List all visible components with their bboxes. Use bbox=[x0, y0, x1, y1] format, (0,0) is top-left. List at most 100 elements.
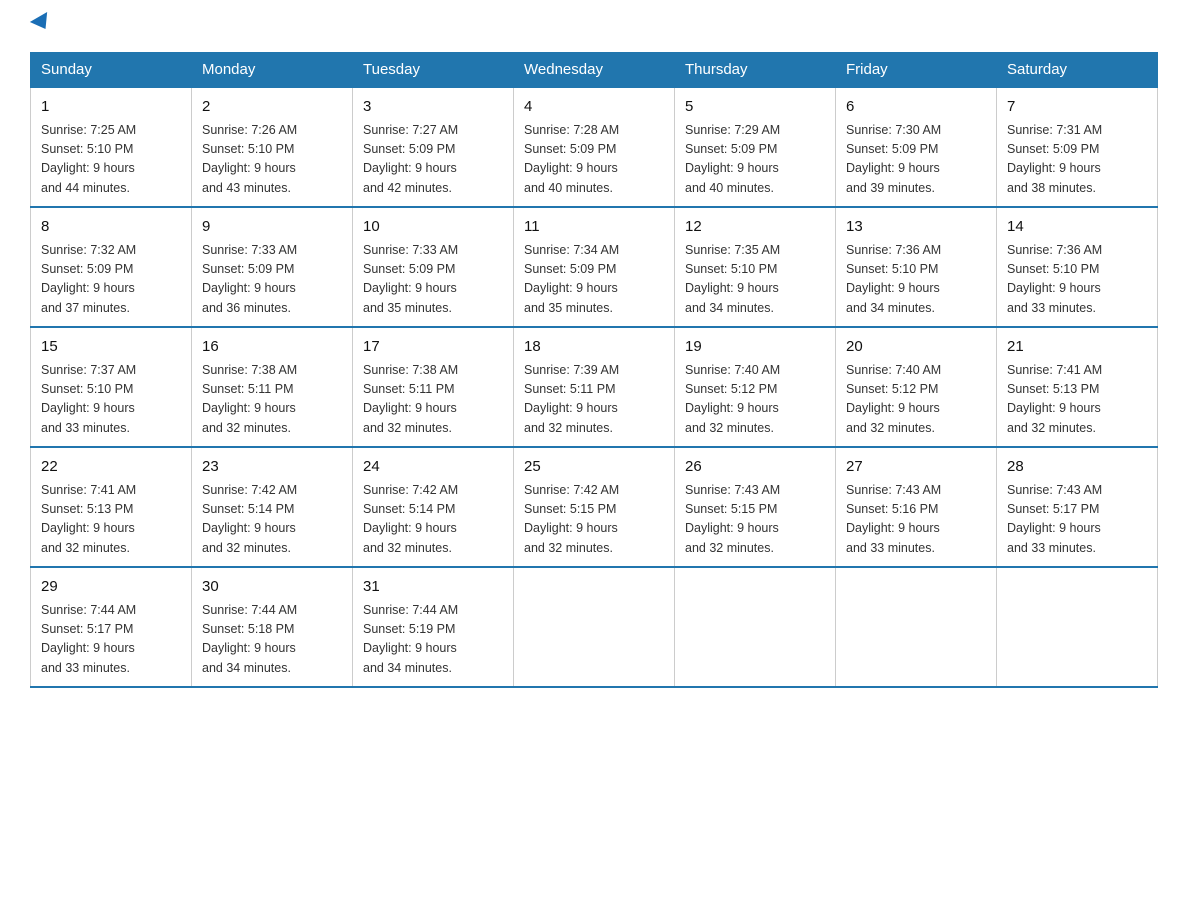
day-number: 28 bbox=[1007, 456, 1147, 479]
calendar-day-cell: 30Sunrise: 7:44 AMSunset: 5:18 PMDayligh… bbox=[192, 567, 353, 687]
calendar-week-row: 1Sunrise: 7:25 AMSunset: 5:10 PMDaylight… bbox=[31, 87, 1158, 207]
calendar-day-cell: 9Sunrise: 7:33 AMSunset: 5:09 PMDaylight… bbox=[192, 207, 353, 327]
calendar-day-cell bbox=[836, 567, 997, 687]
day-sun-info: Sunrise: 7:36 AMSunset: 5:10 PMDaylight:… bbox=[846, 241, 986, 319]
calendar-day-cell: 15Sunrise: 7:37 AMSunset: 5:10 PMDayligh… bbox=[31, 327, 192, 447]
day-number: 21 bbox=[1007, 336, 1147, 359]
day-of-week-header: Wednesday bbox=[514, 53, 675, 88]
day-number: 12 bbox=[685, 216, 825, 239]
day-sun-info: Sunrise: 7:43 AMSunset: 5:15 PMDaylight:… bbox=[685, 481, 825, 559]
day-number: 19 bbox=[685, 336, 825, 359]
day-sun-info: Sunrise: 7:38 AMSunset: 5:11 PMDaylight:… bbox=[363, 361, 503, 439]
day-number: 31 bbox=[363, 576, 503, 599]
calendar-day-cell: 13Sunrise: 7:36 AMSunset: 5:10 PMDayligh… bbox=[836, 207, 997, 327]
day-sun-info: Sunrise: 7:42 AMSunset: 5:15 PMDaylight:… bbox=[524, 481, 664, 559]
calendar-day-cell: 8Sunrise: 7:32 AMSunset: 5:09 PMDaylight… bbox=[31, 207, 192, 327]
day-sun-info: Sunrise: 7:42 AMSunset: 5:14 PMDaylight:… bbox=[202, 481, 342, 559]
calendar-day-cell: 11Sunrise: 7:34 AMSunset: 5:09 PMDayligh… bbox=[514, 207, 675, 327]
calendar-day-cell: 25Sunrise: 7:42 AMSunset: 5:15 PMDayligh… bbox=[514, 447, 675, 567]
day-of-week-header: Friday bbox=[836, 53, 997, 88]
day-number: 30 bbox=[202, 576, 342, 599]
calendar-day-cell bbox=[514, 567, 675, 687]
days-header-row: SundayMondayTuesdayWednesdayThursdayFrid… bbox=[31, 53, 1158, 88]
day-number: 1 bbox=[41, 96, 181, 119]
day-sun-info: Sunrise: 7:28 AMSunset: 5:09 PMDaylight:… bbox=[524, 121, 664, 199]
day-number: 17 bbox=[363, 336, 503, 359]
day-number: 11 bbox=[524, 216, 664, 239]
day-number: 18 bbox=[524, 336, 664, 359]
day-number: 24 bbox=[363, 456, 503, 479]
day-sun-info: Sunrise: 7:33 AMSunset: 5:09 PMDaylight:… bbox=[202, 241, 342, 319]
day-number: 2 bbox=[202, 96, 342, 119]
calendar-day-cell: 29Sunrise: 7:44 AMSunset: 5:17 PMDayligh… bbox=[31, 567, 192, 687]
calendar-day-cell: 20Sunrise: 7:40 AMSunset: 5:12 PMDayligh… bbox=[836, 327, 997, 447]
day-number: 7 bbox=[1007, 96, 1147, 119]
day-number: 16 bbox=[202, 336, 342, 359]
logo-triangle-icon bbox=[30, 12, 54, 34]
day-sun-info: Sunrise: 7:30 AMSunset: 5:09 PMDaylight:… bbox=[846, 121, 986, 199]
calendar-day-cell: 26Sunrise: 7:43 AMSunset: 5:15 PMDayligh… bbox=[675, 447, 836, 567]
calendar-week-row: 22Sunrise: 7:41 AMSunset: 5:13 PMDayligh… bbox=[31, 447, 1158, 567]
day-sun-info: Sunrise: 7:34 AMSunset: 5:09 PMDaylight:… bbox=[524, 241, 664, 319]
day-sun-info: Sunrise: 7:44 AMSunset: 5:17 PMDaylight:… bbox=[41, 601, 181, 679]
calendar-day-cell: 28Sunrise: 7:43 AMSunset: 5:17 PMDayligh… bbox=[997, 447, 1158, 567]
calendar-day-cell: 5Sunrise: 7:29 AMSunset: 5:09 PMDaylight… bbox=[675, 87, 836, 207]
day-sun-info: Sunrise: 7:39 AMSunset: 5:11 PMDaylight:… bbox=[524, 361, 664, 439]
day-number: 9 bbox=[202, 216, 342, 239]
day-sun-info: Sunrise: 7:36 AMSunset: 5:10 PMDaylight:… bbox=[1007, 241, 1147, 319]
day-sun-info: Sunrise: 7:26 AMSunset: 5:10 PMDaylight:… bbox=[202, 121, 342, 199]
day-number: 14 bbox=[1007, 216, 1147, 239]
calendar-day-cell: 24Sunrise: 7:42 AMSunset: 5:14 PMDayligh… bbox=[353, 447, 514, 567]
calendar-day-cell: 18Sunrise: 7:39 AMSunset: 5:11 PMDayligh… bbox=[514, 327, 675, 447]
day-of-week-header: Thursday bbox=[675, 53, 836, 88]
logo bbox=[30, 20, 52, 34]
calendar-day-cell: 2Sunrise: 7:26 AMSunset: 5:10 PMDaylight… bbox=[192, 87, 353, 207]
day-number: 13 bbox=[846, 216, 986, 239]
calendar-day-cell: 1Sunrise: 7:25 AMSunset: 5:10 PMDaylight… bbox=[31, 87, 192, 207]
calendar-day-cell: 23Sunrise: 7:42 AMSunset: 5:14 PMDayligh… bbox=[192, 447, 353, 567]
calendar-day-cell: 22Sunrise: 7:41 AMSunset: 5:13 PMDayligh… bbox=[31, 447, 192, 567]
calendar-table: SundayMondayTuesdayWednesdayThursdayFrid… bbox=[30, 52, 1158, 688]
day-sun-info: Sunrise: 7:44 AMSunset: 5:18 PMDaylight:… bbox=[202, 601, 342, 679]
day-of-week-header: Tuesday bbox=[353, 53, 514, 88]
calendar-day-cell: 21Sunrise: 7:41 AMSunset: 5:13 PMDayligh… bbox=[997, 327, 1158, 447]
calendar-day-cell: 12Sunrise: 7:35 AMSunset: 5:10 PMDayligh… bbox=[675, 207, 836, 327]
day-sun-info: Sunrise: 7:33 AMSunset: 5:09 PMDaylight:… bbox=[363, 241, 503, 319]
day-of-week-header: Monday bbox=[192, 53, 353, 88]
day-sun-info: Sunrise: 7:42 AMSunset: 5:14 PMDaylight:… bbox=[363, 481, 503, 559]
calendar-day-cell bbox=[675, 567, 836, 687]
day-sun-info: Sunrise: 7:27 AMSunset: 5:09 PMDaylight:… bbox=[363, 121, 503, 199]
day-number: 4 bbox=[524, 96, 664, 119]
day-number: 6 bbox=[846, 96, 986, 119]
calendar-day-cell: 6Sunrise: 7:30 AMSunset: 5:09 PMDaylight… bbox=[836, 87, 997, 207]
calendar-day-cell: 27Sunrise: 7:43 AMSunset: 5:16 PMDayligh… bbox=[836, 447, 997, 567]
day-sun-info: Sunrise: 7:41 AMSunset: 5:13 PMDaylight:… bbox=[1007, 361, 1147, 439]
day-number: 10 bbox=[363, 216, 503, 239]
day-sun-info: Sunrise: 7:32 AMSunset: 5:09 PMDaylight:… bbox=[41, 241, 181, 319]
day-number: 23 bbox=[202, 456, 342, 479]
calendar-week-row: 15Sunrise: 7:37 AMSunset: 5:10 PMDayligh… bbox=[31, 327, 1158, 447]
day-sun-info: Sunrise: 7:31 AMSunset: 5:09 PMDaylight:… bbox=[1007, 121, 1147, 199]
calendar-day-cell: 16Sunrise: 7:38 AMSunset: 5:11 PMDayligh… bbox=[192, 327, 353, 447]
day-sun-info: Sunrise: 7:43 AMSunset: 5:16 PMDaylight:… bbox=[846, 481, 986, 559]
day-number: 8 bbox=[41, 216, 181, 239]
day-sun-info: Sunrise: 7:35 AMSunset: 5:10 PMDaylight:… bbox=[685, 241, 825, 319]
day-number: 20 bbox=[846, 336, 986, 359]
day-number: 27 bbox=[846, 456, 986, 479]
day-number: 29 bbox=[41, 576, 181, 599]
day-sun-info: Sunrise: 7:38 AMSunset: 5:11 PMDaylight:… bbox=[202, 361, 342, 439]
calendar-day-cell: 10Sunrise: 7:33 AMSunset: 5:09 PMDayligh… bbox=[353, 207, 514, 327]
page-header bbox=[30, 20, 1158, 34]
calendar-day-cell: 31Sunrise: 7:44 AMSunset: 5:19 PMDayligh… bbox=[353, 567, 514, 687]
day-number: 3 bbox=[363, 96, 503, 119]
day-of-week-header: Sunday bbox=[31, 53, 192, 88]
day-sun-info: Sunrise: 7:44 AMSunset: 5:19 PMDaylight:… bbox=[363, 601, 503, 679]
day-of-week-header: Saturday bbox=[997, 53, 1158, 88]
day-number: 26 bbox=[685, 456, 825, 479]
calendar-week-row: 29Sunrise: 7:44 AMSunset: 5:17 PMDayligh… bbox=[31, 567, 1158, 687]
day-sun-info: Sunrise: 7:40 AMSunset: 5:12 PMDaylight:… bbox=[846, 361, 986, 439]
day-number: 22 bbox=[41, 456, 181, 479]
calendar-day-cell: 3Sunrise: 7:27 AMSunset: 5:09 PMDaylight… bbox=[353, 87, 514, 207]
calendar-day-cell: 17Sunrise: 7:38 AMSunset: 5:11 PMDayligh… bbox=[353, 327, 514, 447]
calendar-day-cell: 19Sunrise: 7:40 AMSunset: 5:12 PMDayligh… bbox=[675, 327, 836, 447]
